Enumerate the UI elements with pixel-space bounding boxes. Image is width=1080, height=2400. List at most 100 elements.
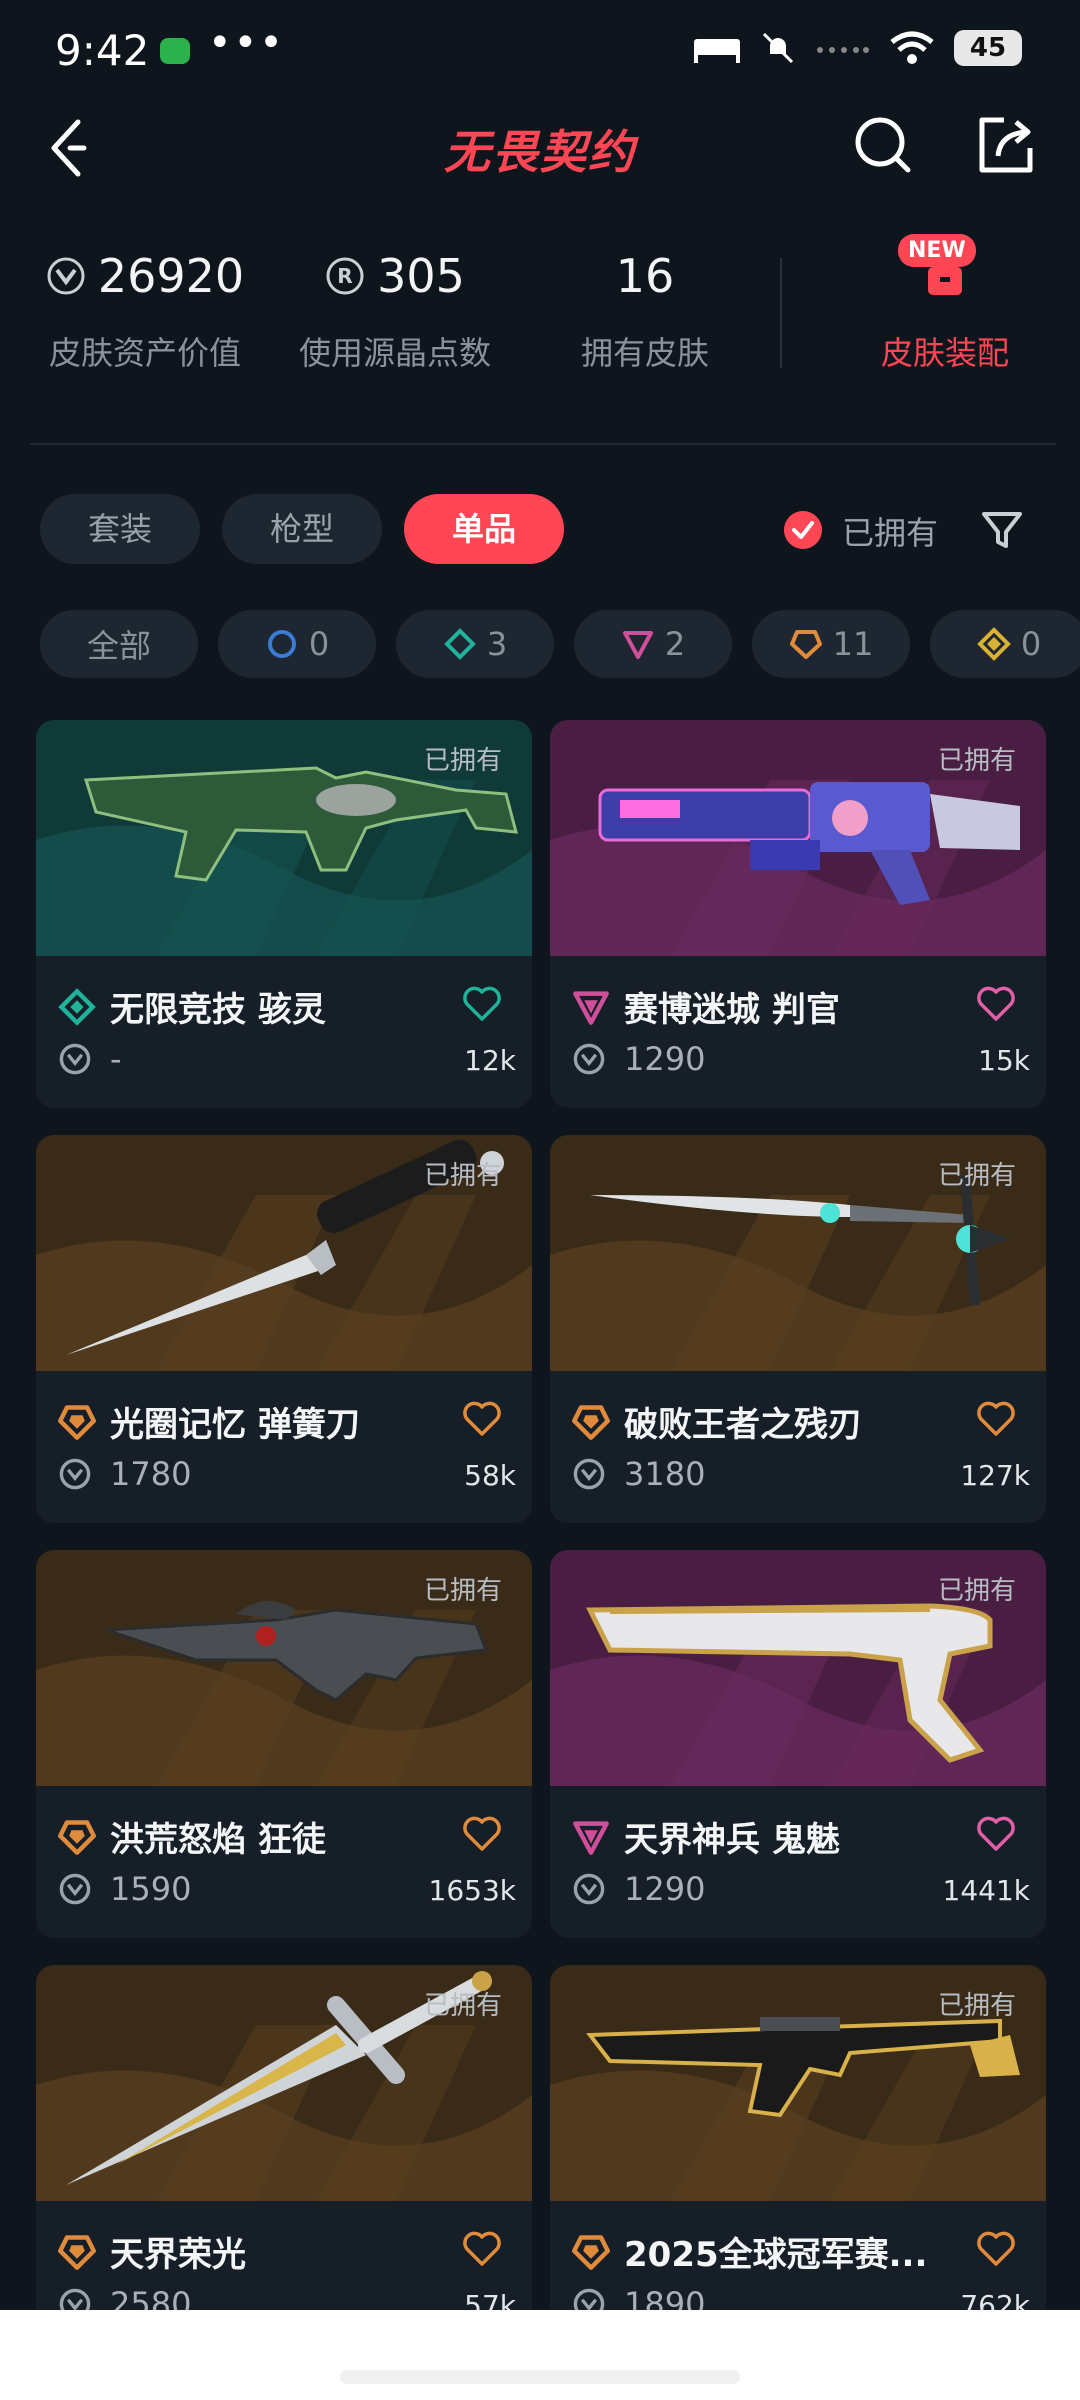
skin-name: 破败王者之残刃 [624, 1405, 862, 1445]
stat-owned-skins: 16 拥有皮肤 [530, 240, 760, 374]
stat-value: 305 [377, 249, 465, 303]
skin-price-row: 1290 [572, 1870, 705, 1908]
skin-name-row: 光圈记忆 弹簧刀 [58, 1397, 478, 1446]
exclusive-tier-icon [58, 2234, 96, 2270]
skin-name: 赛博迷城 判官 [624, 990, 840, 1030]
skin-price-row: 1780 [58, 1455, 191, 1493]
skin-name-row: 破败王者之残刃 [572, 1397, 992, 1446]
heart-icon[interactable] [976, 986, 1016, 1022]
skin-image: 已拥有 [550, 720, 1046, 956]
skin-card[interactable]: 已拥有光圈记忆 弹簧刀 1780 58k [36, 1135, 532, 1523]
stat-value: 16 [615, 249, 675, 303]
owned-tag: 已拥有 [423, 1576, 502, 1606]
skin-card[interactable]: 已拥有 2025全球冠军赛... 1890 762k [550, 1965, 1046, 2353]
wechat-notification-icon [160, 38, 190, 64]
stat-value: 26920 [97, 249, 245, 303]
owned-tag: 已拥有 [937, 1576, 1016, 1606]
chip-count: 0 [1020, 625, 1042, 663]
heart-icon[interactable] [462, 2231, 502, 2267]
chip-exclusive-tier[interactable]: 11 [752, 610, 910, 678]
skin-image: 已拥有 [36, 1135, 532, 1371]
chip-ultra-tier[interactable]: 0 [930, 610, 1080, 678]
like-count: 1653k [428, 1874, 516, 1907]
tab-weapon-types[interactable]: 枪型 [222, 494, 382, 564]
heart-icon[interactable] [976, 1816, 1016, 1852]
deluxe-tier-icon [58, 987, 96, 1026]
premium-tier-icon [573, 1820, 609, 1855]
heart-icon[interactable] [976, 1401, 1016, 1437]
owned-checkbox[interactable] [784, 511, 822, 549]
chip-count: 11 [832, 625, 874, 663]
svg-text:R: R [337, 264, 352, 288]
skin-card[interactable]: 已拥有无限竞技 骇灵 - 12k [36, 720, 532, 1108]
skin-card[interactable]: 已拥有天界神兵 鬼魅 1290 1441k [550, 1550, 1046, 1938]
battery-icon: 45 [954, 30, 1022, 66]
heart-icon[interactable] [462, 1401, 502, 1437]
stat-label: 使用源晶点数 [298, 334, 491, 372]
wifi-icon [890, 31, 934, 64]
exclusive-tier-icon [58, 1404, 96, 1440]
like-count: 127k [960, 1459, 1030, 1492]
tab-single-items[interactable]: 单品 [404, 494, 564, 564]
skin-card[interactable]: 已拥有洪荒怒焰 狂徒 1590 1653k [36, 1550, 532, 1938]
skin-price: 1290 [624, 1870, 706, 1908]
skin-name: 无限竞技 骇灵 [110, 990, 326, 1030]
select-tier-icon [267, 630, 296, 658]
like-count: 1441k [942, 1874, 1030, 1907]
chip-deluxe-tier[interactable]: 3 [396, 610, 554, 678]
owned-tag: 已拥有 [423, 1991, 502, 2021]
deluxe-tier-icon [443, 628, 476, 660]
bed-icon [694, 39, 740, 63]
divider [30, 443, 1056, 445]
owned-tag: 已拥有 [937, 1991, 1016, 2021]
heart-icon[interactable] [976, 2231, 1016, 2267]
chip-premium-tier[interactable]: 2 [574, 610, 732, 678]
like-count: 12k [464, 1044, 516, 1077]
loadout-label: 皮肤装配 [880, 334, 1009, 372]
skin-name: 天界神兵 鬼魅 [624, 1820, 840, 1860]
search-icon[interactable] [848, 110, 918, 180]
vp-icon [573, 1458, 605, 1490]
status-bar: 9:42 ••• 45 [0, 0, 1080, 100]
new-badge: NEW [898, 234, 976, 267]
vp-icon [59, 1458, 91, 1490]
skin-card[interactable]: 已拥有 天界荣光 2580 57k [36, 1965, 532, 2353]
chip-select-tier[interactable]: 0 [218, 610, 376, 678]
premium-tier-icon [622, 631, 653, 659]
share-icon[interactable] [970, 110, 1040, 180]
owned-tag: 已拥有 [937, 746, 1016, 776]
home-indicator[interactable] [340, 2370, 740, 2384]
chip-count: 0 [308, 625, 330, 663]
rarity-filter-chips: 全部 0 3 2 11 0 [40, 610, 1080, 678]
owned-tag: 已拥有 [423, 746, 502, 776]
skin-card[interactable]: 已拥有 赛博迷城 判官 1290 15k [550, 720, 1046, 1108]
heart-icon[interactable] [462, 1816, 502, 1852]
skin-price-row: 1590 [58, 1870, 191, 1908]
tab-bundles[interactable]: 套装 [40, 494, 200, 564]
vp-icon [59, 1873, 91, 1905]
skin-image: 已拥有 [550, 1135, 1046, 1371]
heart-icon[interactable] [462, 986, 502, 1022]
owned-filter-label[interactable]: 已拥有 [842, 508, 938, 554]
filter-funnel-icon[interactable] [980, 508, 1024, 552]
more-notifications-icon: ••• [208, 20, 285, 66]
skin-card[interactable]: 已拥有破败王者之残刃 3180 127k [550, 1135, 1046, 1523]
skin-price: 1590 [110, 1870, 192, 1908]
asset-stats: 26920 皮肤资产价值 R 305 使用源晶点数 16 拥有皮肤 皮肤装配 [30, 240, 1050, 420]
chip-all[interactable]: 全部 [40, 610, 198, 678]
like-count: 58k [464, 1459, 516, 1492]
owned-tag: 已拥有 [937, 1161, 1016, 1191]
skin-price: 3180 [624, 1455, 706, 1493]
skin-name-row: 2025全球冠军赛... [572, 2227, 992, 2276]
radianite-icon: R [326, 257, 364, 295]
top-app-bar: 无畏契约 [0, 100, 1080, 220]
chip-label: 全部 [86, 627, 151, 665]
skin-name: 2025全球冠军赛... [624, 2235, 928, 2275]
skin-name-row: 赛博迷城 判官 [572, 982, 992, 1031]
stat-label: 皮肤资产价值 [48, 334, 241, 372]
skin-name: 洪荒怒焰 狂徒 [110, 1820, 326, 1860]
page-title-logo: 无畏契约 [444, 125, 636, 179]
skin-price: - [110, 1040, 122, 1078]
skin-name: 光圈记忆 弹簧刀 [110, 1405, 360, 1445]
skin-price: 1290 [624, 1040, 706, 1078]
